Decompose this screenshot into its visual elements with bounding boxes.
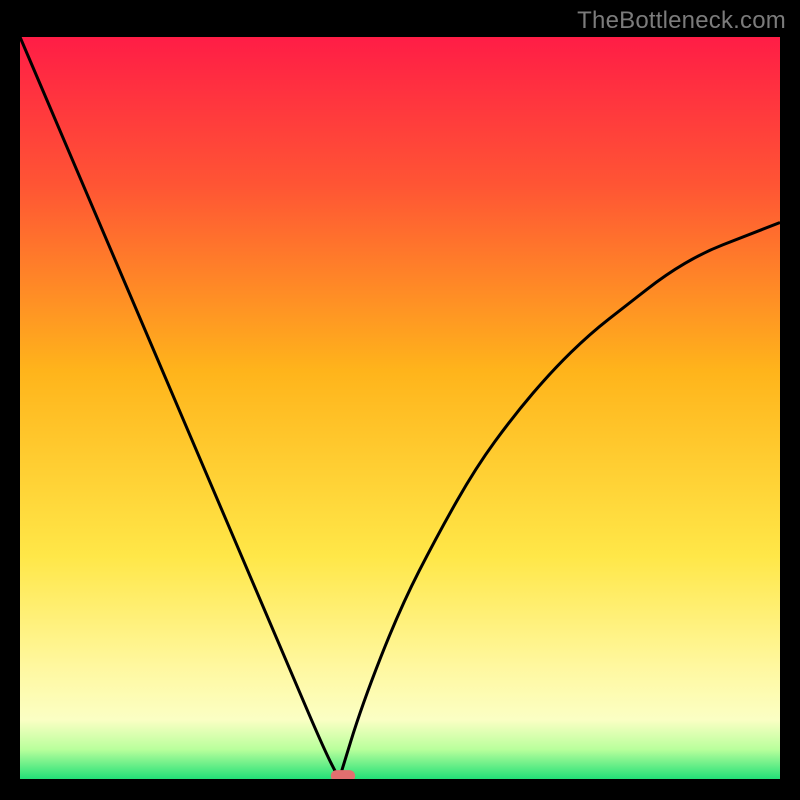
optimal-marker (331, 770, 355, 779)
watermark-text: TheBottleneck.com (577, 7, 786, 35)
bottleneck-chart (20, 37, 780, 779)
chart-frame (20, 37, 780, 779)
chart-background (20, 37, 780, 779)
